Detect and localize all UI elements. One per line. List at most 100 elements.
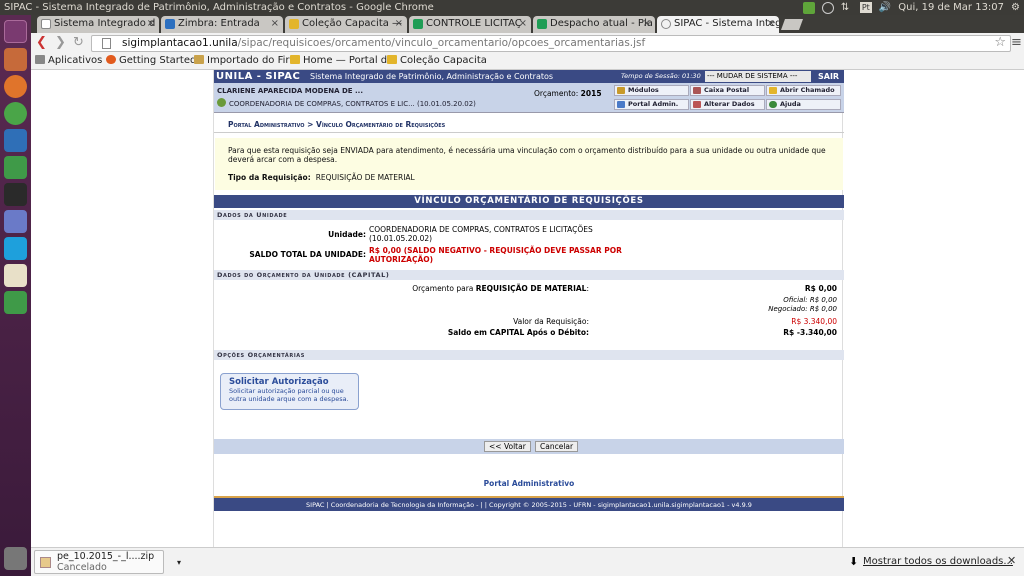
bookmark-colecao-capacita[interactable]: Coleção Capacita bbox=[387, 53, 487, 69]
download-status: Cancelado bbox=[57, 562, 107, 573]
new-tab-button[interactable] bbox=[780, 19, 804, 30]
close-tab-icon[interactable]: × bbox=[395, 16, 403, 32]
terminal-icon[interactable] bbox=[4, 183, 27, 206]
skype-icon[interactable] bbox=[4, 237, 27, 260]
menu-icon[interactable]: ≡ bbox=[1011, 35, 1022, 50]
browser-viewport: UNILA - SIPAC Sistema Integrado de Patri… bbox=[31, 70, 1024, 547]
budget-year: Orçamento: 2015 bbox=[534, 89, 602, 98]
download-filename: pe_10.2015_-_l....zip bbox=[57, 551, 155, 562]
close-tab-icon[interactable]: × bbox=[271, 16, 279, 32]
address-bar: ❮ ❯ ↻ sigimplantacao1.unila/sipac/requis… bbox=[31, 33, 1024, 53]
portal-admin-button[interactable]: Portal Admin. bbox=[614, 99, 689, 110]
volume-icon[interactable]: 🔊 bbox=[879, 0, 891, 15]
download-arrow-icon: ⬇ bbox=[849, 555, 859, 568]
os-top-bar: SIPAC - Sistema Integrado de Patrimônio,… bbox=[0, 0, 1024, 15]
favicon-icon bbox=[289, 19, 299, 29]
close-tab-icon[interactable]: × bbox=[767, 16, 775, 32]
saldo-capital-label: Saldo em CAPITAL Após o Débito: bbox=[447, 328, 589, 337]
writer-icon[interactable] bbox=[4, 129, 27, 152]
chevron-down-icon[interactable]: ▾ bbox=[177, 557, 181, 568]
tab-zimbra[interactable]: Zimbra: Entrada × bbox=[161, 16, 283, 33]
download-item[interactable]: pe_10.2015_-_l....zip Cancelado ▾ bbox=[34, 550, 181, 574]
bookmark-getting-started[interactable]: Getting Started bbox=[106, 53, 196, 69]
voltar-button[interactable]: << Voltar bbox=[484, 441, 531, 452]
trash-icon[interactable] bbox=[4, 547, 27, 570]
cancelar-button[interactable]: Cancelar bbox=[535, 441, 579, 452]
clock[interactable]: Qui, 19 de Mar 13:07 bbox=[898, 0, 1004, 15]
downloads-shelf: pe_10.2015_-_l....zip Cancelado ▾ ⬇ Most… bbox=[31, 547, 1024, 576]
editor-icon[interactable] bbox=[4, 264, 27, 287]
calc-icon[interactable] bbox=[4, 156, 27, 179]
zip-file-icon bbox=[40, 557, 51, 568]
files-icon[interactable] bbox=[4, 48, 27, 71]
oficial-value: Oficial: R$ 0,00 bbox=[783, 296, 837, 304]
tab-controle-licitacao[interactable]: CONTROLE LICITAÇ × bbox=[409, 16, 531, 33]
chrome-icon[interactable] bbox=[4, 102, 27, 125]
caixa-postal-button[interactable]: Caixa Postal bbox=[690, 85, 765, 96]
pidgin-icon[interactable] bbox=[4, 210, 27, 233]
option-title: Solicitar Autorização bbox=[229, 377, 329, 387]
close-icon[interactable]: ✕ bbox=[1007, 554, 1016, 567]
bookmark-star-icon[interactable]: ☆ bbox=[994, 35, 1006, 50]
user-info-bar: CLARIENE APARECIDA MODENA DE ... COORDEN… bbox=[214, 83, 844, 113]
apps-grid-icon bbox=[35, 55, 45, 64]
unidade-value: COORDENADORIA DE COMPRAS, CONTRATOS E LI… bbox=[369, 225, 593, 243]
notice-box: Para que esta requisição seja ENVIADA pa… bbox=[215, 138, 843, 190]
bookmark-icon bbox=[387, 55, 397, 64]
network-icon[interactable]: ⇅ bbox=[841, 2, 853, 14]
firefox-bookmark-icon bbox=[106, 55, 116, 64]
reload-icon[interactable]: ↻ bbox=[73, 35, 84, 50]
saldo-capital-value: R$ -3.340,00 bbox=[783, 328, 837, 337]
section-title: VÍNCULO ORÇAMENTÁRIO DE REQUISIÇÕES bbox=[214, 195, 844, 208]
change-system-select[interactable]: --- MUDAR DE SISTEMA --- bbox=[705, 71, 811, 82]
notice-message: Para que esta requisição seja ENVIADA pa… bbox=[228, 146, 826, 164]
bookmark-importado[interactable]: Importado do Fir bbox=[194, 53, 290, 69]
bookmark-home-portal[interactable]: Home — Portal d bbox=[290, 53, 387, 69]
logout-link[interactable]: SAIR bbox=[818, 70, 839, 83]
close-tab-icon[interactable]: × bbox=[519, 16, 527, 32]
tab-despacho-atual[interactable]: Despacho atual - Pla × bbox=[533, 16, 655, 33]
saldo-total-label: SALDO TOTAL DA UNIDADE: bbox=[249, 250, 366, 259]
portal-icon bbox=[617, 101, 625, 108]
modulos-button[interactable]: Módulos bbox=[614, 85, 689, 96]
show-all-downloads-link[interactable]: Mostrar todos os downloads... bbox=[863, 556, 1013, 567]
portal-administrativo-link[interactable]: Portal Administrativo bbox=[214, 479, 844, 488]
favicon-icon bbox=[165, 19, 175, 29]
window-title: SIPAC - Sistema Integrado de Patrimônio,… bbox=[4, 2, 434, 13]
tab-strip: Sistema Integrado d × Zimbra: Entrada × Co… bbox=[31, 15, 1024, 33]
tab-sistema-integrado[interactable]: Sistema Integrado d × bbox=[37, 16, 159, 33]
abrir-chamado-button[interactable]: Abrir Chamado bbox=[766, 85, 841, 96]
favicon-icon bbox=[41, 19, 51, 29]
sync-icon[interactable] bbox=[802, 1, 815, 14]
alterar-dados-button[interactable]: Alterar Dados bbox=[690, 99, 765, 110]
sipac-subtitle: Sistema Integrado de Patrimônio, Adminis… bbox=[310, 72, 554, 81]
ticket-icon bbox=[769, 87, 777, 94]
close-tab-icon[interactable]: × bbox=[147, 16, 155, 32]
sipac-page: UNILA - SIPAC Sistema Integrado de Patri… bbox=[213, 70, 844, 547]
chrome-tray-icon[interactable] bbox=[821, 1, 834, 14]
bookmark-aplicativos[interactable]: Aplicativos bbox=[35, 53, 102, 69]
dash-icon[interactable] bbox=[4, 20, 27, 43]
loading-icon bbox=[661, 19, 671, 29]
orcamento-para-label: Orçamento para REQUISIÇÃO DE MATERIAL: bbox=[412, 284, 589, 293]
page-icon bbox=[102, 38, 111, 49]
user-name: CLARIENE APARECIDA MODENA DE ... bbox=[217, 87, 363, 95]
firefox-icon[interactable] bbox=[4, 75, 27, 98]
tab-sipac-active[interactable]: SIPAC - Sistema Integ × bbox=[657, 16, 779, 33]
subhead-opcoes: Opções Orçamentárias bbox=[214, 350, 844, 360]
solicitar-autorizacao-option[interactable]: Solicitar Autorização Solicitar autoriza… bbox=[220, 373, 359, 410]
settings-gear-icon[interactable]: ⚙ bbox=[1011, 0, 1020, 15]
back-icon[interactable]: ❮ bbox=[36, 35, 47, 50]
unity-launcher bbox=[0, 15, 31, 576]
keyboard-lang-indicator[interactable]: Pt bbox=[859, 2, 872, 13]
forward-icon[interactable]: ❯ bbox=[55, 35, 66, 50]
ajuda-button[interactable]: Ajuda bbox=[766, 99, 841, 110]
tab-colecao-capacita[interactable]: Coleção Capacita — × bbox=[285, 16, 407, 33]
close-tab-icon[interactable]: × bbox=[643, 16, 651, 32]
user-edit-icon bbox=[693, 101, 701, 108]
url-input[interactable]: sigimplantacao1.unila/sipac/requisicoes/… bbox=[91, 35, 1011, 52]
spreadsheet-icon[interactable] bbox=[4, 291, 27, 314]
user-unit: COORDENADORIA DE COMPRAS, CONTRATOS E LI… bbox=[229, 100, 476, 108]
mail-icon bbox=[693, 87, 701, 94]
option-description: Solicitar autorização parcial ou que out… bbox=[229, 387, 349, 403]
